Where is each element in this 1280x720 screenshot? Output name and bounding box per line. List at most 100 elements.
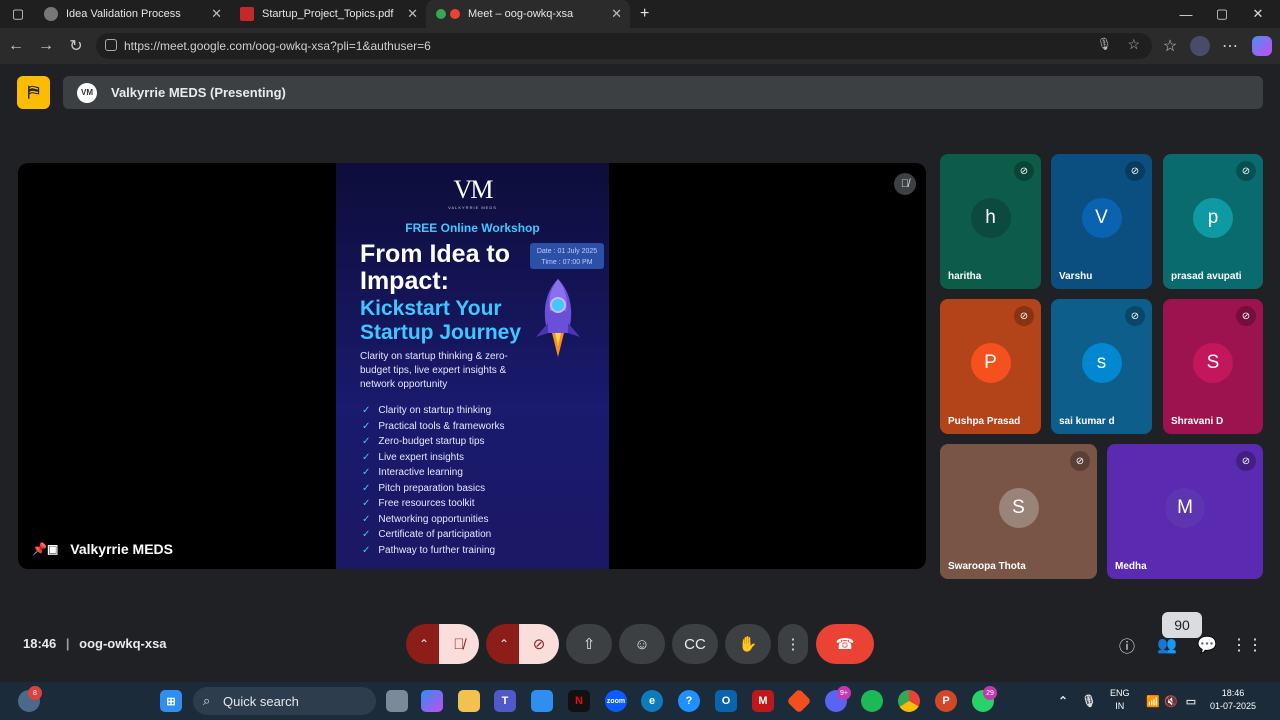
poster-logo: VM (453, 175, 494, 204)
windows-taskbar: 8 ⊞ ⌕ Quick search T N zoom e ? O M 9+ P… (0, 682, 1280, 720)
chrome-icon[interactable] (898, 690, 920, 712)
netflix-icon[interactable]: N (568, 690, 590, 712)
maximize-icon[interactable]: ▢ (1204, 0, 1240, 28)
mic-toggle-button[interactable]: 🎙̸ (439, 624, 479, 664)
mic-off-icon: ⊘ (1236, 451, 1256, 471)
mic-off-icon: 🎙̸ (453, 635, 465, 653)
refresh-icon[interactable]: ↻ (66, 36, 86, 56)
more-options-icon[interactable]: ⋯ (1220, 36, 1240, 56)
copilot-icon[interactable] (1252, 36, 1272, 56)
teams-icon[interactable]: T (494, 690, 516, 712)
tab-actions-icon[interactable]: ▢ (0, 0, 36, 28)
system-clock[interactable]: 18:46 01-07-2025 (1210, 687, 1256, 713)
participant-tile[interactable]: ⊘ S Swaroopa Thota (940, 444, 1097, 579)
tab-idea-validation[interactable]: Idea Validation Process ✕ (34, 0, 230, 28)
participant-avatar: h (970, 197, 1011, 238)
copilot-taskbar-icon[interactable] (421, 690, 443, 712)
poster-headline-line-1: From Idea to (360, 240, 511, 268)
site-info-icon[interactable] (105, 39, 117, 51)
poster-list-text: Practical tools & frameworks (378, 420, 505, 432)
task-view-icon[interactable] (386, 690, 408, 712)
pin-present-icon[interactable]: 📌▣ (32, 542, 58, 556)
poster-list-item: ✓ Pitch preparation basics (362, 481, 505, 497)
edge-icon[interactable]: e (641, 690, 663, 712)
zoom-icon[interactable]: zoom (605, 690, 627, 712)
forward-icon[interactable]: → (36, 36, 56, 56)
start-icon[interactable]: ⊞ (160, 690, 182, 712)
language-indicator[interactable]: ENG IN (1110, 687, 1130, 713)
activities-grid-icon[interactable]: ⋮⋮ (1231, 634, 1263, 656)
participant-tile[interactable]: ⊘ P Pushpa Prasad (940, 299, 1041, 434)
tab-title: Startup_Project_Topics.pdf (262, 8, 394, 20)
poster-list-text: Zero-budget startup tips (378, 436, 485, 448)
participant-name: sai kumar d (1059, 416, 1115, 427)
meeting-details-icon[interactable]: ⓘ (1116, 634, 1138, 656)
present-screen-button[interactable]: ⇧ (566, 624, 612, 664)
poster-list-item: ✓ Pathway to further training (362, 543, 505, 559)
anydesk-icon[interactable] (786, 688, 812, 714)
tab-close-icon[interactable]: ✕ (211, 6, 222, 22)
url-input[interactable]: https://meet.google.com/oog-owkq-xsa?pli… (96, 33, 1152, 59)
participant-avatar: V (1081, 197, 1122, 238)
outlook-icon[interactable]: O (715, 690, 737, 712)
mcafee-icon[interactable]: M (752, 690, 774, 712)
poster-list-item: ✓ Clarity on startup thinking (362, 403, 505, 419)
leave-call-button[interactable]: ☎ (816, 624, 874, 664)
captions-button[interactable]: CC (672, 624, 718, 664)
check-icon: ✓ (362, 420, 371, 432)
tab-startup-pdf[interactable]: Startup_Project_Topics.pdf ✕ (230, 0, 426, 28)
chevron-up-icon[interactable]: ⌃ (1052, 690, 1074, 712)
participant-tile[interactable]: ⊘ h haritha (940, 154, 1041, 289)
participant-tile[interactable]: ⊘ s sai kumar d (1051, 299, 1152, 434)
favorites-icon[interactable]: ☆ (1160, 36, 1180, 56)
search-placeholder: Quick search (223, 693, 299, 709)
taskbar-search[interactable]: ⌕ Quick search (193, 687, 376, 715)
participant-tile[interactable]: ⊘ S Shravani D (1163, 299, 1263, 434)
volume-muted-icon[interactable]: 🔇 (1160, 690, 1182, 712)
activities-icon[interactable]: ⛿ (17, 76, 50, 109)
powerpoint-icon[interactable]: P (935, 690, 957, 712)
poster-list-text: Free resources toolkit (378, 498, 475, 510)
tab-close-icon[interactable]: ✕ (407, 6, 418, 22)
video-options-chevron-icon[interactable]: ⌃ (486, 624, 522, 664)
file-explorer-icon[interactable] (458, 690, 480, 712)
participant-avatar: p (1193, 197, 1233, 238)
microphone-tray-icon[interactable]: 🎙 (1078, 690, 1100, 712)
reactions-button[interactable]: ☺ (619, 624, 665, 664)
workshop-poster: VM VALKYRRIE MEDS FREE Online Workshop D… (336, 163, 609, 569)
presenter-name-label: 📌▣ Valkyrrie MEDS (32, 541, 173, 557)
mic-icon[interactable]: 🎙 (1097, 37, 1112, 51)
help-icon[interactable]: ? (678, 690, 700, 712)
store-icon[interactable] (531, 690, 553, 712)
spotify-icon[interactable] (861, 690, 883, 712)
poster-list-text: Networking opportunities (378, 513, 489, 525)
chat-icon[interactable]: 💬 (1196, 634, 1218, 656)
mic-off-icon: ⊘ (1125, 161, 1145, 181)
tab-meet[interactable]: Meet – oog-owkq-xsa ✕ (426, 0, 630, 28)
presenter-avatar: VM (77, 82, 97, 103)
profile-avatar[interactable] (1190, 36, 1210, 56)
participant-tile[interactable]: ⊘ M Medha (1107, 444, 1263, 579)
people-icon[interactable]: 👥 (1156, 634, 1178, 656)
meeting-info: 18:46 | oog-owkq-xsa (23, 636, 167, 651)
mic-off-icon: ⊘ (1125, 306, 1145, 326)
back-icon[interactable]: ← (6, 36, 26, 56)
poster-headline: From Idea to Impact: (360, 241, 510, 295)
more-options-button[interactable]: ⋮ (778, 624, 808, 664)
participant-tile[interactable]: ⊘ p prasad avupati (1163, 154, 1263, 289)
poster-benefit-list: ✓ Clarity on startup thinking ✓ Practical t… (362, 403, 505, 558)
close-window-icon[interactable]: ✕ (1240, 0, 1276, 28)
hang-up-icon: ☎ (835, 636, 855, 653)
new-tab-button[interactable]: + (630, 0, 660, 28)
tab-close-icon[interactable]: ✕ (611, 6, 622, 22)
participant-tile[interactable]: ⊘ V Varshu (1051, 154, 1152, 289)
minimize-icon[interactable]: — (1168, 0, 1204, 28)
camera-toggle-button[interactable]: ⊘ (519, 624, 559, 664)
audio-options-chevron-icon[interactable]: ⌃ (406, 624, 442, 664)
browser-tab-bar: ▢ Idea Validation Process ✕ Startup_Proj… (0, 0, 1280, 28)
poster-list-item: ✓ Free resources toolkit (362, 496, 505, 512)
raise-hand-button[interactable]: ✋ (725, 624, 771, 664)
presentation-stage[interactable]: VM VALKYRRIE MEDS FREE Online Workshop D… (18, 163, 926, 569)
battery-icon[interactable]: ▭ (1180, 690, 1202, 712)
favorite-star-icon[interactable]: ☆ (1127, 36, 1140, 53)
